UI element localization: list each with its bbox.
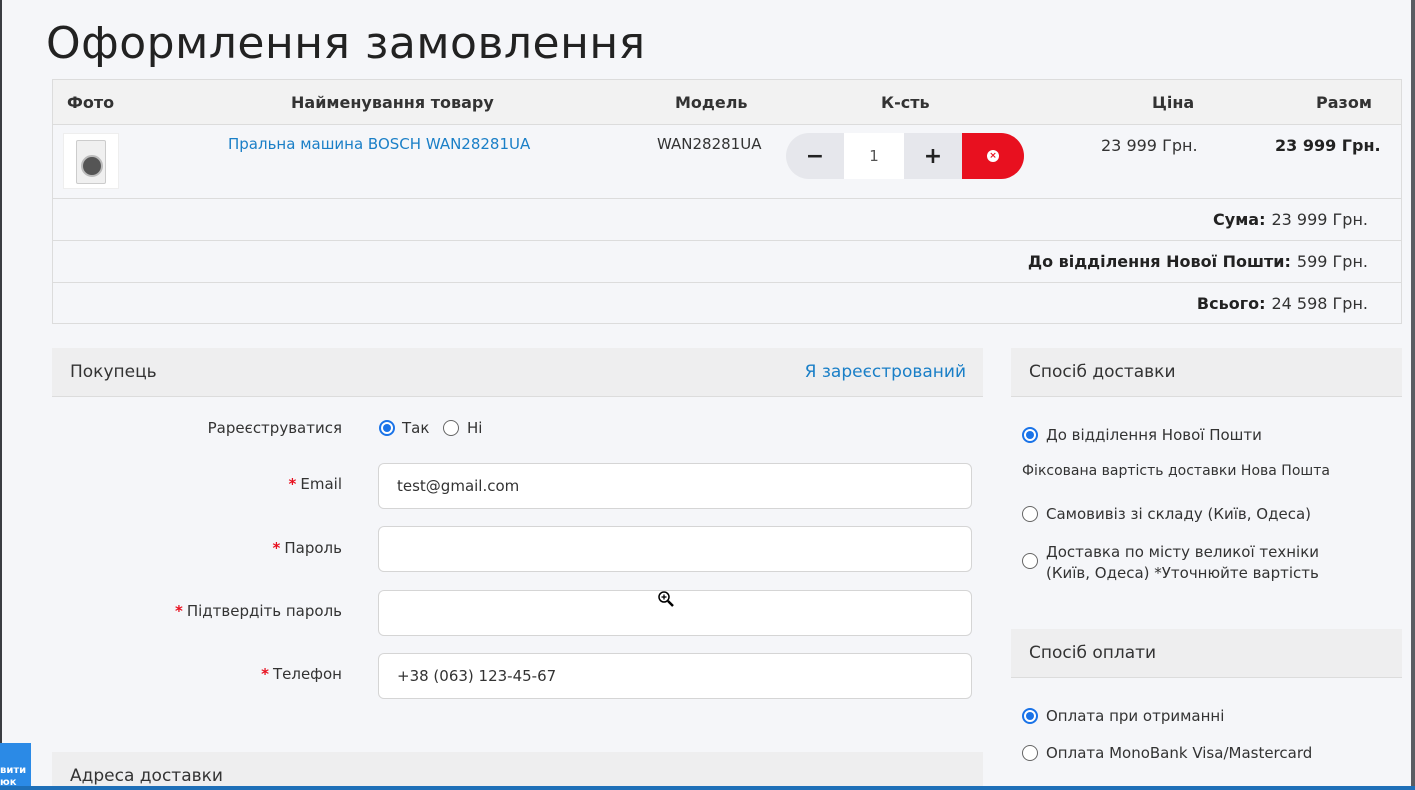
checkout-modal: Оформлення замовлення Фото Найменування … <box>2 0 1411 790</box>
bottom-bar <box>0 786 1415 790</box>
register-yes-radio[interactable] <box>379 420 395 436</box>
address-panel-title: Адреса доставки <box>70 766 223 786</box>
email-label: * Email <box>52 475 342 493</box>
item-total: 23 999 Грн. <box>1275 136 1381 155</box>
email-label-text: Email <box>300 475 342 493</box>
phone-label: * Телефон <box>52 665 342 683</box>
delivery-option-pickup-label: Самовивіз зі складу (Київ, Одеса) <box>1046 505 1312 523</box>
delivery-note: Фіксована вартість доставки Нова Пошта <box>1022 463 1330 479</box>
product-model: WAN28281UA <box>657 135 762 153</box>
header-product-name: Найменування товару <box>291 93 494 112</box>
remove-item-button[interactable]: × <box>962 133 1024 179</box>
zoom-cursor-icon <box>658 591 674 607</box>
password-field[interactable] <box>378 526 972 572</box>
register-no-radio[interactable] <box>443 420 459 436</box>
cart-table-header: Фото Найменування товару Модель К-сть Ці… <box>53 80 1401 125</box>
header-quantity: К-сть <box>881 93 930 112</box>
confirm-password-label-text: Підтвердіть пароль <box>186 602 342 620</box>
delivery-option-nova-poshta-label: До відділення Нової Пошти <box>1046 426 1262 444</box>
required-mark: * <box>288 475 297 493</box>
payment-option-cod-radio[interactable] <box>1022 708 1038 724</box>
grand-total-value: 24 598 Грн. <box>1271 294 1368 313</box>
shipping-cost-value: 599 Грн. <box>1296 252 1368 271</box>
delivery-option-nova-poshta-radio[interactable] <box>1022 427 1038 443</box>
already-registered-link[interactable]: Я зареєстрований <box>805 362 966 382</box>
remove-icon: × <box>987 150 999 162</box>
product-thumbnail[interactable] <box>63 133 119 189</box>
email-field[interactable] <box>378 463 972 509</box>
subtotal-value: 23 999 Грн. <box>1271 210 1368 229</box>
cart-table: Фото Найменування товару Модель К-сть Ці… <box>52 79 1402 324</box>
cart-item-row: Пральна машина BOSCH WAN28281UA WAN28281… <box>53 125 1401 199</box>
callback-side-tab[interactable]: вити юк <box>0 743 31 790</box>
increase-quantity-button[interactable]: + <box>904 133 962 179</box>
confirm-password-label: * Підтвердіть пароль <box>52 602 342 620</box>
header-photo: Фото <box>67 93 115 112</box>
payment-panel-title: Спосіб оплати <box>1029 643 1157 663</box>
required-mark: * <box>272 539 281 557</box>
header-price: Ціна <box>1152 93 1195 112</box>
buyer-panel-header: Покупець Я зареєстрований <box>52 348 983 397</box>
delivery-panel-header: Спосіб доставки <box>1011 348 1402 397</box>
quantity-input[interactable] <box>844 133 904 179</box>
shipping-cost-label: До відділення Нової Пошти: <box>1027 252 1291 271</box>
address-panel-header: Адреса доставки <box>52 752 983 790</box>
header-model: Модель <box>675 93 748 112</box>
phone-field[interactable] <box>378 653 972 699</box>
delivery-panel-title: Спосіб доставки <box>1029 362 1176 382</box>
grand-total-row: Всього: 24 598 Грн. <box>53 283 1401 325</box>
password-label: * Пароль <box>52 539 342 557</box>
payment-option-monobank-label: Оплата MonoBank Visa/Mastercard <box>1046 744 1313 762</box>
product-name-link[interactable]: Пральна машина BOSCH WAN28281UA <box>228 135 530 153</box>
shipping-cost-row: До відділення Нової Пошти: 599 Грн. <box>53 241 1401 283</box>
quantity-stepper: − + × <box>786 133 1024 179</box>
register-yes-label: Так <box>402 419 430 437</box>
delivery-option-city-label: Доставка по місту великої техніки (Київ,… <box>1046 543 1320 582</box>
page-title: Оформлення замовлення <box>46 18 646 69</box>
subtotal-label: Сума: <box>1213 210 1266 229</box>
confirm-password-field[interactable] <box>378 590 972 636</box>
subtotal-row: Сума: 23 999 Грн. <box>53 199 1401 241</box>
buyer-panel-title: Покупець <box>70 362 157 382</box>
washer-door <box>81 155 103 177</box>
decrease-quantity-button[interactable]: − <box>786 133 844 179</box>
password-label-text: Пароль <box>284 539 342 557</box>
payment-panel-header: Спосіб оплати <box>1011 629 1402 678</box>
grand-total-label: Всього: <box>1196 294 1266 313</box>
payment-option-monobank-radio[interactable] <box>1022 745 1038 761</box>
phone-label-text: Телефон <box>272 665 342 683</box>
register-no-label: Ні <box>467 419 483 437</box>
washing-machine-image <box>76 140 106 184</box>
register-label: Рареєструватися <box>207 419 342 437</box>
required-mark: * <box>174 602 183 620</box>
item-price: 23 999 Грн. <box>1101 136 1198 155</box>
required-mark: * <box>261 665 269 683</box>
payment-option-cod-label: Оплата при отриманні <box>1046 707 1225 725</box>
delivery-option-city-radio[interactable] <box>1022 553 1038 569</box>
header-total: Разом <box>1316 93 1372 112</box>
delivery-option-pickup-radio[interactable] <box>1022 506 1038 522</box>
